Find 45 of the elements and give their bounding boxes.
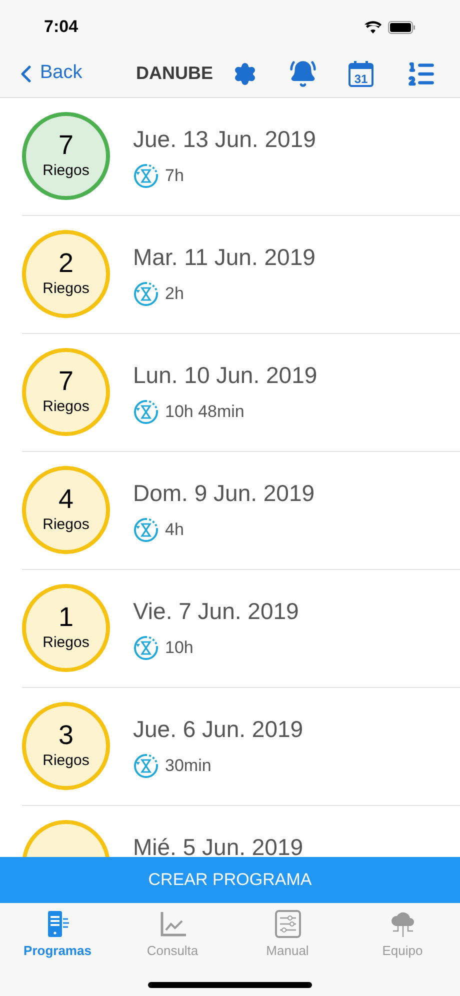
- hourglass-timer-icon: [133, 752, 159, 778]
- count-value: 1: [58, 602, 74, 632]
- sliders-icon: [274, 910, 302, 938]
- hourglass-timer-icon: [133, 162, 159, 188]
- date-text: Jue. 13 Jun. 2019: [133, 125, 316, 154]
- duration-text: 30min: [165, 754, 212, 777]
- tab-item[interactable]: Manual: [230, 903, 345, 960]
- duration-text: 4h: [165, 518, 184, 541]
- count-value: 4: [58, 484, 74, 514]
- count-label: Riegos: [42, 396, 90, 417]
- date-text: Jue. 6 Jun. 2019: [133, 715, 304, 744]
- bell-icon[interactable]: [288, 60, 317, 88]
- wifi-icon: [364, 20, 382, 34]
- date-text: Vie. 7 Jun. 2019: [133, 597, 299, 626]
- count-label: Riegos: [42, 632, 90, 653]
- cloud-network-icon: [388, 910, 416, 938]
- count-label: Riegos: [42, 278, 90, 299]
- tab-item[interactable]: Programas: [0, 903, 115, 960]
- hourglass-timer-icon: [133, 398, 159, 424]
- calendar-icon[interactable]: 31: [348, 60, 374, 88]
- count-label: Riegos: [42, 160, 90, 181]
- count-value: 7: [58, 366, 74, 396]
- count-value: 7: [58, 130, 74, 160]
- count-label: Riegos: [42, 750, 90, 771]
- count-value: 3: [58, 720, 74, 750]
- date-text: Lun. 10 Jun. 2019: [133, 361, 318, 390]
- duration-text: 10h: [165, 636, 194, 659]
- back-button[interactable]: Back: [12, 59, 122, 88]
- hourglass-timer-icon: [133, 280, 159, 306]
- count-label: Riegos: [42, 514, 90, 535]
- tab-item[interactable]: Consulta: [115, 903, 230, 960]
- tab-item[interactable]: Equipo: [345, 903, 460, 960]
- hourglass-timer-icon: [133, 634, 159, 660]
- status-time: 7:04: [44, 16, 78, 38]
- duration-text: 7h: [165, 164, 184, 187]
- count-value: 2: [58, 248, 74, 278]
- duration-text: 2h: [165, 282, 184, 305]
- nav-title: DANUBE: [136, 62, 214, 85]
- date-text: Dom. 9 Jun. 2019: [133, 479, 315, 508]
- line-chart-icon: [158, 910, 186, 938]
- duration-text: 10h 48min: [165, 400, 244, 423]
- date-text: Mar. 11 Jun. 2019: [133, 243, 316, 272]
- create-program-button[interactable]: CREAR PROGRAMA: [0, 857, 460, 903]
- battery-icon: [388, 20, 416, 34]
- hourglass-timer-icon: [133, 516, 159, 542]
